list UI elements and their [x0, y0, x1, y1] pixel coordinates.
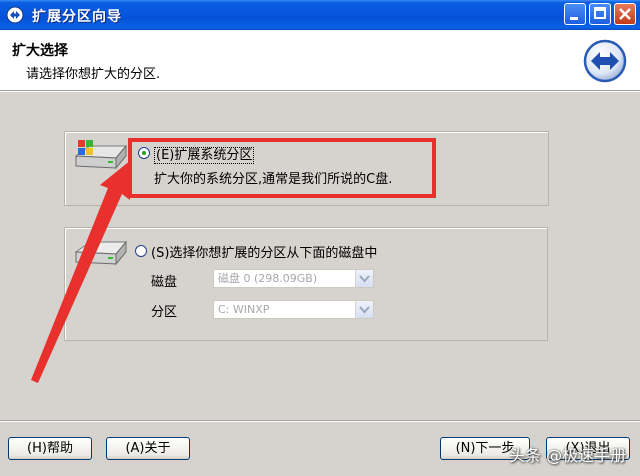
annotation-arrow-icon — [31, 160, 131, 383]
wizard-window: 扩展分区向导 扩大选择 请选择你想扩大的分区. (E)扩展系统分区 扩大你的系统… — [0, 0, 640, 476]
watermark: 头条 @极速手册 — [509, 446, 627, 465]
